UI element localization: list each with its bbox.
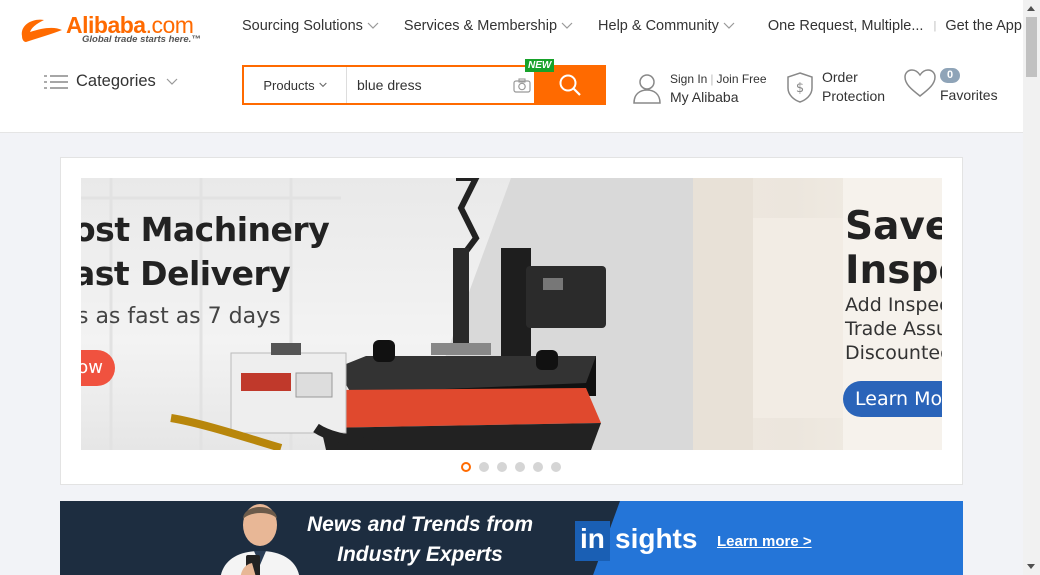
top-nav: Sourcing Solutions Services & Membership… xyxy=(242,18,1022,34)
sign-in-link[interactable]: Sign In xyxy=(670,72,707,86)
menu-lines-icon xyxy=(44,74,68,89)
shield-dollar-icon: $ xyxy=(787,72,813,103)
search-icon xyxy=(559,74,581,96)
nav-sourcing-solutions[interactable]: Sourcing Solutions xyxy=(242,18,379,34)
carousel-dot[interactable] xyxy=(533,462,543,472)
carousel-dot[interactable] xyxy=(551,462,561,472)
logo-smile-icon xyxy=(21,19,63,42)
insights-logo-in: in xyxy=(575,521,610,561)
camera-search-button[interactable] xyxy=(507,67,537,103)
account-area: Sign In | Join Free My Alibaba xyxy=(632,70,767,106)
nav-label: Services & Membership xyxy=(403,18,558,34)
chevron-down-icon xyxy=(723,22,735,29)
insights-banner[interactable]: News and Trends from Industry Experts in… xyxy=(60,501,963,575)
categories-menu[interactable]: Categories xyxy=(44,72,178,91)
hero-banner: ost Machinery ast Delivery s as fast as … xyxy=(60,157,963,485)
order-protection-link[interactable]: $ Order Protection xyxy=(786,68,885,106)
order-line2: Protection xyxy=(822,88,886,104)
logo-tagline: Global trade starts here.™ xyxy=(82,34,201,45)
svg-text:$: $ xyxy=(796,81,804,96)
chevron-down-icon xyxy=(561,22,573,29)
page-scrollbar[interactable] xyxy=(1023,0,1040,575)
search-scope-dropdown[interactable]: Products xyxy=(244,67,347,103)
carousel-dot[interactable] xyxy=(461,462,471,472)
banner-right-title-1: Save xyxy=(845,204,942,249)
scroll-down-arrow[interactable] xyxy=(1027,564,1035,569)
nav-label: Sourcing Solutions xyxy=(242,18,363,34)
banner-slide[interactable]: ost Machinery ast Delivery s as fast as … xyxy=(81,178,942,450)
nav-help-community[interactable]: Help & Community xyxy=(598,18,735,34)
nav-separator: | xyxy=(933,20,937,32)
insights-headline-2: Industry Experts xyxy=(337,543,503,566)
person-with-phone-image xyxy=(221,504,299,575)
order-line1: Order xyxy=(822,69,858,85)
search-scope-label: Products xyxy=(263,77,315,93)
carousel-dot[interactable] xyxy=(515,462,525,472)
inspection-promo[interactable]: Save Inspe Add Inspec Trade Assu Discoun… xyxy=(693,178,942,450)
carousel-dot[interactable] xyxy=(479,462,489,472)
chevron-down-icon xyxy=(367,22,379,29)
carousel-dots xyxy=(461,462,569,472)
nav-label: Help & Community xyxy=(598,18,719,34)
scroll-up-arrow[interactable] xyxy=(1027,6,1035,11)
banner-left-subtitle: s as fast as 7 days xyxy=(81,304,281,329)
carousel-dot[interactable] xyxy=(497,462,507,472)
favorites-link[interactable]: 0 Favorites xyxy=(903,68,998,103)
nav-services-membership[interactable]: Services & Membership xyxy=(404,18,573,34)
insights-headline-1: News and Trends from xyxy=(307,513,533,536)
learn-more-button[interactable]: Learn Mor xyxy=(843,381,942,417)
machinery-promo[interactable]: ost Machinery ast Delivery s as fast as … xyxy=(81,178,693,450)
banner-left-title-1: ost Machinery xyxy=(81,210,330,249)
search-input[interactable] xyxy=(347,67,507,103)
favorites-label: Favorites xyxy=(940,87,998,103)
categories-label: Categories xyxy=(76,72,156,90)
chevron-down-icon xyxy=(166,78,178,85)
nav-one-request[interactable]: One Request, Multiple... xyxy=(768,18,924,34)
my-alibaba-link[interactable]: My Alibaba xyxy=(670,88,767,106)
join-free-link[interactable]: Join Free xyxy=(716,72,766,86)
nav-get-app[interactable]: Get the App xyxy=(945,18,1022,34)
banner-right-line-2: Trade Assu xyxy=(845,318,942,340)
camera-icon xyxy=(513,77,531,93)
favorites-count-badge: 0 xyxy=(940,68,960,83)
scroll-thumb[interactable] xyxy=(1026,17,1037,77)
heart-icon xyxy=(904,69,936,97)
site-header: Alibaba.com Global trade starts here.™ S… xyxy=(0,0,1023,133)
insights-logo-sights: sights xyxy=(615,523,698,554)
new-badge: NEW xyxy=(525,59,555,72)
banner-right-title-2: Inspe xyxy=(845,248,942,293)
banner-left-title-2: ast Delivery xyxy=(81,254,291,293)
banner-right-line-3: Discounted xyxy=(845,342,942,364)
user-icon xyxy=(633,74,661,104)
alibaba-logo[interactable]: Alibaba.com Global trade starts here.™ xyxy=(16,12,216,48)
chevron-down-icon xyxy=(318,82,327,88)
insights-learn-more-link[interactable]: Learn more > xyxy=(717,533,812,550)
banner-right-line-1: Add Inspec xyxy=(845,294,942,316)
